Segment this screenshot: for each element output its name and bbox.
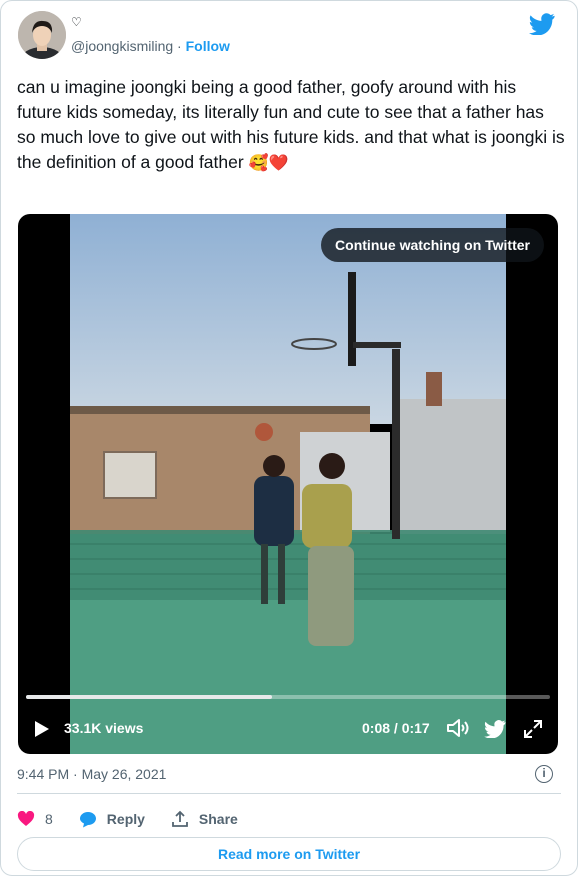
heart-icon (17, 811, 35, 826)
follow-button[interactable]: Follow (186, 38, 230, 54)
info-icon[interactable]: i (535, 765, 553, 783)
tweet-timestamp[interactable]: 9:44 PM · May 26, 2021 (17, 766, 166, 782)
play-icon[interactable] (34, 720, 50, 738)
avatar[interactable] (18, 11, 66, 59)
action-bar: 8 Reply Share (17, 808, 264, 830)
like-button[interactable]: 8 (17, 811, 53, 827)
author-handle-row: @joongkismiling · Follow (71, 38, 230, 54)
video-player[interactable]: Continue watching on Twitter 33.1K views… (18, 214, 558, 754)
reply-label: Reply (106, 811, 145, 827)
tweet-card: ♡ @joongkismiling · Follow can u imagine… (0, 0, 578, 876)
handle-separator: · (173, 38, 186, 54)
divider (17, 793, 561, 794)
author-name[interactable]: ♡ (71, 15, 82, 29)
tweet-text: can u imagine joongki being a good fathe… (17, 75, 565, 176)
reply-button[interactable]: Reply (79, 811, 145, 828)
video-time: 0:08 / 0:17 (362, 720, 430, 736)
share-icon (172, 810, 188, 827)
view-count: 33.1K views (64, 720, 144, 736)
progress-bar[interactable] (26, 695, 550, 699)
reply-bubble-icon (79, 811, 96, 827)
read-more-button[interactable]: Read more on Twitter (17, 837, 561, 871)
video-twitter-icon[interactable] (484, 720, 506, 738)
like-count: 8 (45, 811, 53, 827)
share-label: Share (198, 811, 238, 827)
continue-watching-button[interactable]: Continue watching on Twitter (321, 228, 544, 262)
video-frame (70, 214, 506, 754)
author-handle[interactable]: @joongkismiling (71, 38, 173, 54)
share-button[interactable]: Share (171, 810, 238, 828)
volume-icon[interactable] (446, 717, 470, 739)
progress-fill (26, 695, 273, 699)
smiling-face-hearts-emoji: 🥰 (248, 155, 269, 172)
red-heart-emoji: ❤️ (268, 155, 289, 172)
expand-icon[interactable] (523, 719, 543, 739)
tweet-body: can u imagine joongki being a good fathe… (17, 77, 565, 172)
twitter-bird-icon[interactable] (529, 13, 555, 35)
